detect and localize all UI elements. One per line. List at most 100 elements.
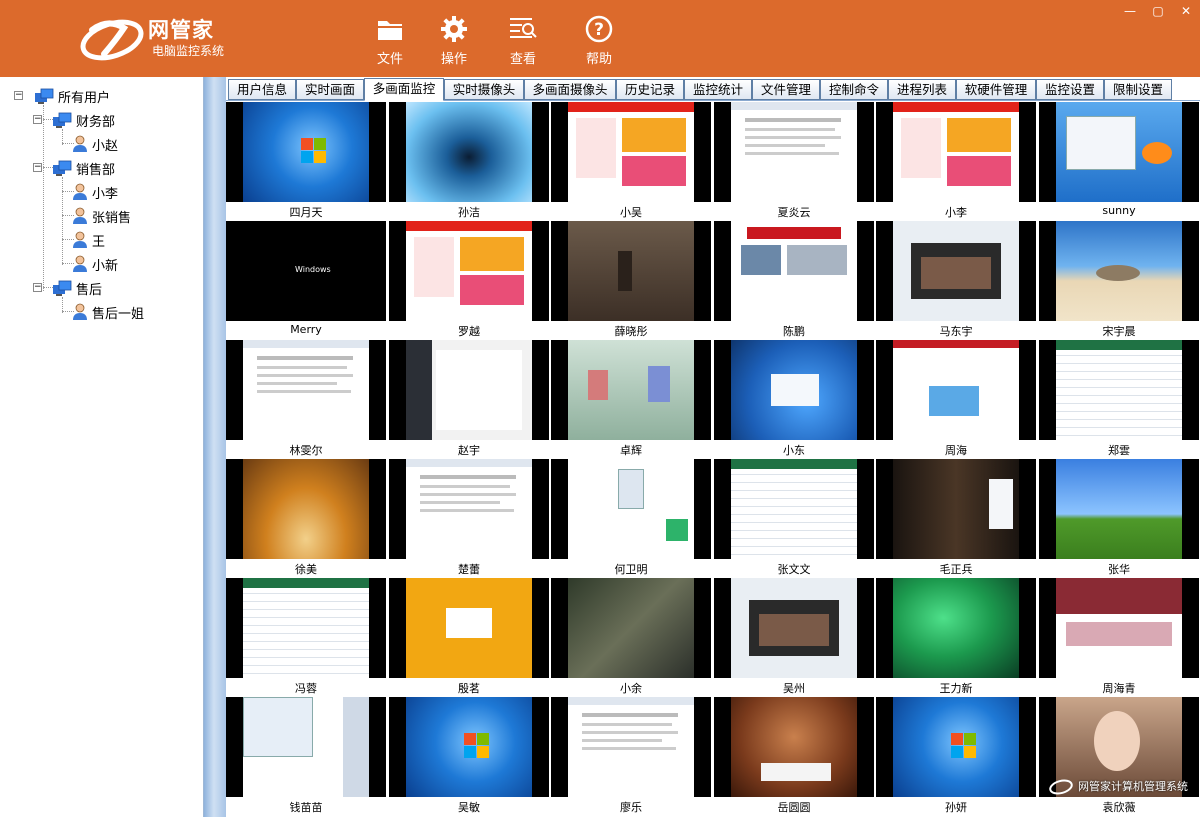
- tree-user-label: 小新: [92, 258, 119, 274]
- tree-group-finance[interactable]: 财务部: [52, 110, 115, 130]
- screen-tile[interactable]: 殷茗: [389, 578, 549, 697]
- app-logo: 网管家 电脑监控系统: [78, 8, 238, 66]
- tree-user-zhangxiaoshou[interactable]: 张销售: [72, 206, 131, 226]
- screen-tile[interactable]: sunny: [1039, 102, 1199, 221]
- screen-tile[interactable]: 林雯尔: [226, 340, 386, 459]
- screen-tile[interactable]: Windows Merry: [226, 221, 386, 340]
- screen-tile[interactable]: 廖乐: [551, 697, 711, 816]
- screen-capture-image: [731, 102, 857, 202]
- screen-thumbnail: [226, 459, 386, 559]
- screen-capture-image: [731, 578, 857, 678]
- tab-0[interactable]: 用户信息: [228, 79, 296, 100]
- screen-capture-image: [406, 221, 532, 321]
- screen-tile[interactable]: 宋宇晨: [1039, 221, 1199, 340]
- screen-tile[interactable]: 吴敏: [389, 697, 549, 816]
- tree-user-aftersales-sister[interactable]: 售后一姐: [72, 302, 144, 322]
- screen-thumbnail: [1039, 221, 1199, 321]
- watermark-text: 网管家计算机管理系统: [1078, 780, 1188, 793]
- tree-user-label: 售后一姐: [92, 306, 145, 322]
- screen-tile[interactable]: 马东宇: [876, 221, 1036, 340]
- screen-capture-image: [893, 340, 1019, 440]
- screen-capture-image: [406, 578, 532, 678]
- toolbar-operate-button[interactable]: 操作: [426, 14, 482, 67]
- screen-tile[interactable]: 毛正兵: [876, 459, 1036, 578]
- screen-tile[interactable]: 冯蓉: [226, 578, 386, 697]
- tree-group-label: 销售部: [76, 162, 116, 178]
- minimize-button[interactable]: —: [1118, 2, 1142, 20]
- toolbar-view-button[interactable]: 查看: [495, 14, 551, 67]
- tab-3[interactable]: 实时摄像头: [444, 79, 524, 100]
- screen-tile[interactable]: 赵宇: [389, 340, 549, 459]
- group-sales-collapse-toggle[interactable]: −: [33, 163, 42, 172]
- group-finance-collapse-toggle[interactable]: −: [33, 115, 42, 124]
- tab-4[interactable]: 多画面摄像头: [524, 79, 616, 100]
- tab-2[interactable]: 多画面监控: [364, 78, 444, 101]
- screen-capture-image: [731, 340, 857, 440]
- screen-tile[interactable]: 小东: [714, 340, 874, 459]
- tree-root-label: 所有用户: [58, 90, 111, 106]
- screen-tile[interactable]: 楚蕾: [389, 459, 549, 578]
- group-aftersales-collapse-toggle[interactable]: −: [33, 283, 42, 292]
- screen-tile[interactable]: 张文文: [714, 459, 874, 578]
- network-group-icon: [53, 160, 72, 176]
- screen-tile[interactable]: 周海: [876, 340, 1036, 459]
- screen-tile[interactable]: 薛晓彤: [551, 221, 711, 340]
- screen-tile[interactable]: 袁欣薇: [1039, 697, 1199, 816]
- screen-tile[interactable]: 孙洁: [389, 102, 549, 221]
- screen-user-name: 罗越: [458, 325, 480, 338]
- tree-user-xiaozhao[interactable]: 小赵: [72, 134, 118, 154]
- tab-7[interactable]: 文件管理: [752, 79, 820, 100]
- network-group-icon: [53, 280, 72, 296]
- screen-tile[interactable]: 岳圆圆: [714, 697, 874, 816]
- screen-capture-image: [1056, 102, 1182, 202]
- tree-group-aftersales[interactable]: 售后: [52, 278, 102, 298]
- screen-tile[interactable]: 四月天: [226, 102, 386, 221]
- tab-8[interactable]: 控制命令: [820, 79, 888, 100]
- screen-tile[interactable]: 吴州: [714, 578, 874, 697]
- tab-11[interactable]: 监控设置: [1036, 79, 1104, 100]
- screen-tile[interactable]: 郑雲: [1039, 340, 1199, 459]
- tree-user-xiaoxin[interactable]: 小新: [72, 254, 118, 274]
- panel-splitter[interactable]: [204, 77, 226, 817]
- screen-tile[interactable]: 钱苗苗: [226, 697, 386, 816]
- user-icon: [73, 303, 87, 320]
- tab-9[interactable]: 进程列表: [888, 79, 956, 100]
- screen-tile[interactable]: 罗越: [389, 221, 549, 340]
- screen-capture-image: [893, 459, 1019, 559]
- screen-user-name: 吴州: [783, 682, 805, 695]
- screen-tile[interactable]: 陈鹏: [714, 221, 874, 340]
- screen-user-name: 陈鹏: [783, 325, 805, 338]
- screen-capture-image: [893, 221, 1019, 321]
- tab-6[interactable]: 监控统计: [684, 79, 752, 100]
- tab-5[interactable]: 历史记录: [616, 79, 684, 100]
- screen-tile[interactable]: 周海青: [1039, 578, 1199, 697]
- tree-group-sales[interactable]: 销售部: [52, 158, 115, 178]
- tree-group-label: 财务部: [76, 114, 116, 130]
- screen-user-name: 赵宇: [458, 444, 480, 457]
- screen-thumbnail: [226, 697, 386, 797]
- tree-user-label: 王: [92, 234, 106, 250]
- screen-thumbnail: [876, 697, 1036, 797]
- screen-tile[interactable]: 孙妍: [876, 697, 1036, 816]
- tree-user-wang[interactable]: 王: [72, 230, 105, 250]
- tab-10[interactable]: 软硬件管理: [956, 79, 1036, 100]
- screen-tile[interactable]: 小吴: [551, 102, 711, 221]
- tab-1[interactable]: 实时画面: [296, 79, 364, 100]
- tab-12[interactable]: 限制设置: [1104, 79, 1172, 100]
- root-collapse-toggle[interactable]: −: [14, 91, 23, 100]
- tree-root-all-users[interactable]: 所有用户: [34, 86, 110, 106]
- close-button[interactable]: ✕: [1174, 2, 1198, 20]
- screen-tile[interactable]: 夏炎云: [714, 102, 874, 221]
- screen-tile[interactable]: 何卫明: [551, 459, 711, 578]
- tree-user-xiaoli[interactable]: 小李: [72, 182, 118, 202]
- screen-tile[interactable]: 小余: [551, 578, 711, 697]
- maximize-button[interactable]: ▢: [1146, 2, 1170, 20]
- screen-tile[interactable]: 王力新: [876, 578, 1036, 697]
- screen-tile[interactable]: 卓辉: [551, 340, 711, 459]
- toolbar-file-button[interactable]: 文件: [362, 14, 418, 67]
- screen-thumbnail: [876, 221, 1036, 321]
- toolbar-help-button[interactable]: ? 帮助: [571, 14, 627, 67]
- screen-tile[interactable]: 张华: [1039, 459, 1199, 578]
- screen-tile[interactable]: 小李: [876, 102, 1036, 221]
- screen-tile[interactable]: 徐美: [226, 459, 386, 578]
